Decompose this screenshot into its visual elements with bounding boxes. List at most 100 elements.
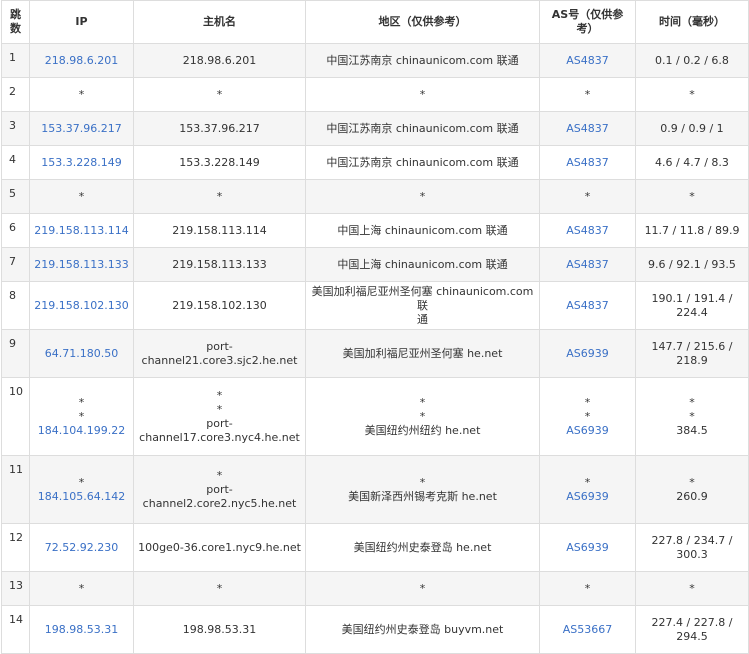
timeout-marker: * xyxy=(78,189,85,203)
hop-number: 6 xyxy=(1,213,30,248)
ip-cell: 219.158.113.133 xyxy=(29,247,134,282)
ip-link[interactable]: 198.98.53.31 xyxy=(34,623,129,637)
hostname-cell: port-channel21.core3.sjc2.he.net xyxy=(133,329,306,378)
time-text: 0.1 / 0.2 / 6.8 xyxy=(655,53,729,67)
ip-cell: 218.98.6.201 xyxy=(29,43,134,78)
hostname-cell: * xyxy=(133,77,306,112)
hostname-text: 218.98.6.201 xyxy=(182,53,257,67)
timeout-marker: * xyxy=(419,581,426,595)
as-link[interactable]: AS4837 xyxy=(544,299,631,313)
hop-number: 10 xyxy=(1,377,30,456)
as-link[interactable]: AS6939 xyxy=(544,541,631,555)
time-text: 4.6 / 4.7 / 8.3 xyxy=(655,155,729,169)
time-cell: 9.6 / 92.1 / 93.5 xyxy=(635,247,749,282)
location-cell: * xyxy=(305,77,540,112)
time-text: 300.3 xyxy=(676,547,708,561)
time-cell: 227.8 / 234.7 /300.3 xyxy=(635,523,749,572)
time-cell: 227.4 / 227.8 /294.5 xyxy=(635,605,749,654)
location-cell: * xyxy=(305,571,540,606)
location-cell: 中国上海 chinaunicom.com 联通 xyxy=(305,213,540,248)
as-cell: * * AS6939 xyxy=(539,377,636,456)
as-link[interactable]: AS4837 xyxy=(544,122,631,136)
hostname-text: 219.158.113.114 xyxy=(172,223,267,237)
location-text: 美国纽约州史泰登岛 he.net xyxy=(353,540,492,554)
table-row: 11 * 184.105.64.142 * port-channel2.core2.ny… xyxy=(1,455,749,524)
location-text: 中国上海 chinaunicom.com 联通 xyxy=(337,257,508,271)
timeout-marker: * xyxy=(689,189,695,203)
hostname-cell: * xyxy=(133,571,306,606)
timeout-marker: * xyxy=(689,395,695,409)
table-row: 9 64.71.180.50 port-channel21.core3.sjc2.h… xyxy=(1,329,749,378)
ip-cell: 198.98.53.31 xyxy=(29,605,134,654)
as-link[interactable]: AS4837 xyxy=(544,156,631,170)
location-cell: 美国加利福尼亚州圣何塞 he.net xyxy=(305,329,540,378)
as-link[interactable]: AS53667 xyxy=(544,623,631,637)
hostname-text: channel17.core3.nyc4.he.net xyxy=(139,430,300,444)
hostname-text: port-channel21.core3.sjc2.he.net xyxy=(141,339,298,367)
time-cell: 190.1 / 191.4 /224.4 xyxy=(635,281,749,330)
as-link[interactable]: AS4837 xyxy=(544,224,631,238)
hostname-text: 219.158.102.130 xyxy=(172,298,267,312)
timeout-marker: * xyxy=(78,581,85,595)
ip-link[interactable]: 184.104.199.22 xyxy=(34,424,129,438)
location-text: 美国纽约州史泰登岛 buyvm.net xyxy=(341,622,504,636)
hostname-cell: 153.37.96.217 xyxy=(133,111,306,146)
time-text: 384.5 xyxy=(676,423,708,437)
table-row: 1 218.98.6.201 218.98.6.201 中国江苏南京 chinauni… xyxy=(1,43,749,78)
time-text: 0.9 / 0.9 / 1 xyxy=(660,121,724,135)
timeout-marker: * xyxy=(419,189,426,203)
as-cell: * xyxy=(539,179,636,214)
timeout-marker: * xyxy=(216,402,223,416)
as-link[interactable]: AS4837 xyxy=(544,54,631,68)
timeout-marker: * xyxy=(78,409,85,423)
ip-link[interactable]: 219.158.102.130 xyxy=(34,299,129,313)
header-time: 时间（毫秒） xyxy=(635,0,749,44)
table-row: 12 72.52.92.230 100ge0-36.core1.nyc9.he.ne… xyxy=(1,523,749,572)
ip-link[interactable]: 72.52.92.230 xyxy=(34,541,129,555)
time-cell: 0.1 / 0.2 / 6.8 xyxy=(635,43,749,78)
timeout-marker: * xyxy=(78,87,85,101)
table-row: 13 * * * * * xyxy=(1,571,749,606)
as-cell: * xyxy=(539,571,636,606)
time-cell: * 260.9 xyxy=(635,455,749,524)
time-text: 260.9 xyxy=(676,489,708,503)
ip-link[interactable]: 219.158.113.114 xyxy=(34,224,129,238)
ip-cell: 153.37.96.217 xyxy=(29,111,134,146)
ip-link[interactable]: 64.71.180.50 xyxy=(34,347,129,361)
header-ip: IP xyxy=(29,0,134,44)
hostname-cell: 198.98.53.31 xyxy=(133,605,306,654)
traceroute-table: 跳数 IP 主机名 地区（仅供参考） AS号（仅供参考） 时间（毫秒） 1 218… xyxy=(1,0,749,654)
hostname-text: 198.98.53.31 xyxy=(182,622,257,636)
hostname-text: 153.37.96.217 xyxy=(179,121,260,135)
location-text: 中国上海 chinaunicom.com 联通 xyxy=(337,223,508,237)
timeout-marker: * xyxy=(419,87,426,101)
ip-link[interactable]: 153.3.228.149 xyxy=(34,156,129,170)
as-cell: AS4837 xyxy=(539,145,636,180)
hostname-text: 100ge0-36.core1.nyc9.he.net xyxy=(138,540,301,554)
as-cell: AS4837 xyxy=(539,43,636,78)
ip-cell: 64.71.180.50 xyxy=(29,329,134,378)
timeout-marker: * xyxy=(419,395,426,409)
ip-cell: 72.52.92.230 xyxy=(29,523,134,572)
as-link[interactable]: AS6939 xyxy=(544,347,631,361)
hop-number: 13 xyxy=(1,571,30,606)
timeout-marker: * xyxy=(216,468,223,482)
timeout-marker: * xyxy=(584,409,591,423)
table-row: 14 198.98.53.31 198.98.53.31 美国纽约州史泰登岛 buyv… xyxy=(1,605,749,654)
table-row: 6 219.158.113.114 219.158.113.114 中国上海 chin… xyxy=(1,213,749,248)
ip-link[interactable]: 184.105.64.142 xyxy=(34,490,129,504)
time-cell: 147.7 / 215.6 /218.9 xyxy=(635,329,749,378)
ip-link[interactable]: 153.37.96.217 xyxy=(34,122,129,136)
location-cell: 中国江苏南京 chinaunicom.com 联通 xyxy=(305,111,540,146)
ip-link[interactable]: 218.98.6.201 xyxy=(34,54,129,68)
ip-cell: 153.3.228.149 xyxy=(29,145,134,180)
hop-number: 8 xyxy=(1,281,30,330)
timeout-marker: * xyxy=(419,475,426,489)
as-link[interactable]: AS4837 xyxy=(544,258,631,272)
ip-link[interactable]: 219.158.113.133 xyxy=(34,258,129,272)
as-link[interactable]: AS6939 xyxy=(544,424,631,438)
timeout-marker: * xyxy=(419,409,426,423)
as-link[interactable]: AS6939 xyxy=(544,490,631,504)
table-row: 10 * * 184.104.199.22 * * port-channel17.core3… xyxy=(1,377,749,456)
timeout-marker: * xyxy=(78,395,85,409)
